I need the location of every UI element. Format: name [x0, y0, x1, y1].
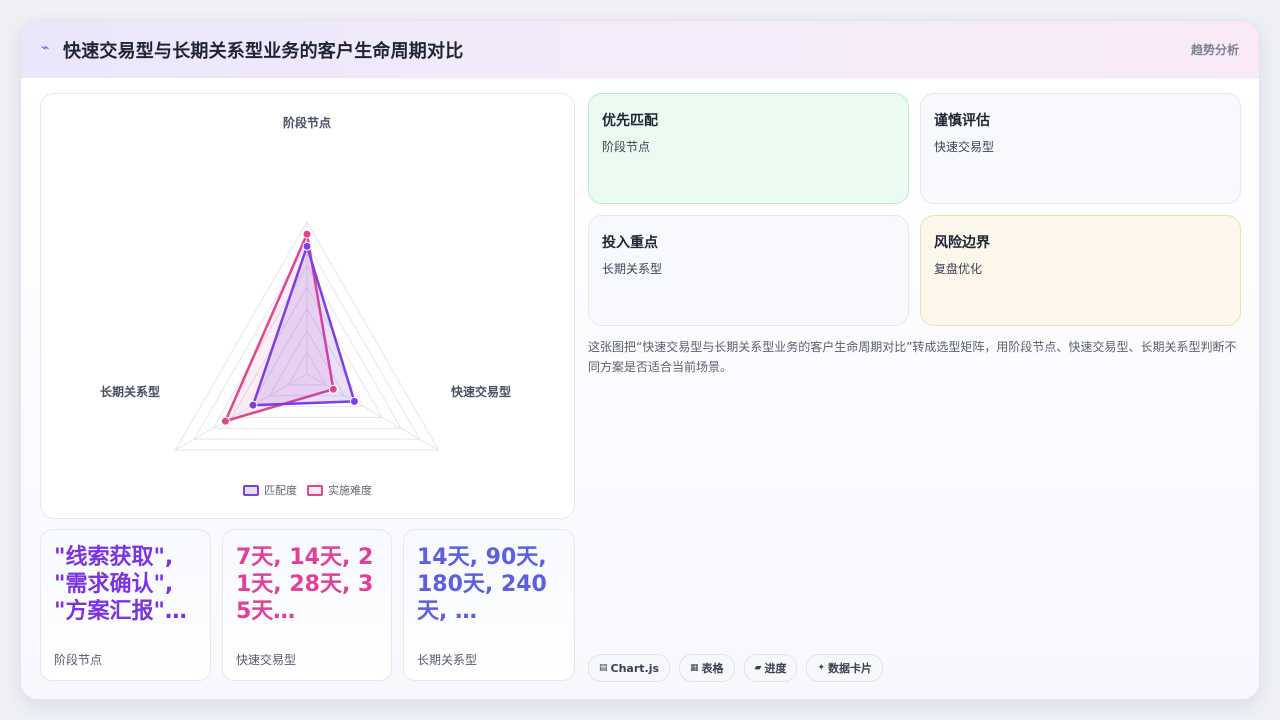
card-value: 阶段节点	[602, 140, 651, 154]
radar-axis-label: 快速交易型	[451, 384, 511, 399]
chip-label: 进度	[764, 662, 787, 675]
card-investment-focus: 投入重点 长期关系型	[588, 215, 909, 326]
tech-chips: ▤ Chart.js ▦ 表格 ▰ 进度 ✦ 数据卡片	[588, 654, 884, 682]
trend-line-icon: ⌁	[41, 40, 50, 56]
chip-table[interactable]: ▦ 表格	[679, 654, 735, 682]
chart-legend: 匹配度 实施难度	[41, 482, 574, 498]
card-risk-boundary: 风险边界 复盘优化	[920, 215, 1241, 326]
stat-value-stages: "线索获取", "需求确认", "方案汇报"…	[54, 545, 187, 624]
card-title: 投入重点	[602, 235, 658, 251]
chip-chartjs[interactable]: ▤ Chart.js	[588, 654, 671, 682]
stat-card-long: 14天, 90天, 180天, 240天, … 长期关系型	[403, 529, 575, 681]
table-icon: ▦	[690, 663, 699, 673]
stat-value-fast: 7天, 14天, 21天, 28天, 35天…	[236, 545, 374, 624]
legend-label-match: 匹配度	[264, 484, 297, 497]
radar-point	[302, 229, 312, 239]
card-value: 复盘优化	[934, 262, 983, 276]
chip-label: 表格	[701, 662, 724, 675]
card-value: 长期关系型	[602, 262, 663, 276]
chart-icon: ▤	[599, 663, 608, 673]
card-title: 风险边界	[934, 235, 990, 251]
stat-value-long: 14天, 90天, 180天, 240天, …	[417, 545, 547, 624]
legend-swatch-difficulty	[307, 484, 323, 496]
legend-swatch-match	[243, 484, 259, 496]
card-header: ⌁ 快速交易型与长期关系型业务的客户生命周期对比 趋势分析	[21, 21, 1259, 78]
radar-chart-panel: 阶段节点快速交易型 长期关系型 匹配度 实施难度	[40, 93, 575, 519]
analysis-tag: 趋势分析	[1190, 43, 1239, 57]
sparkle-icon: ✦	[817, 663, 826, 673]
chip-label: Chart.js	[610, 661, 660, 675]
main-card: ⌁ 快速交易型与长期关系型业务的客户生命周期对比 趋势分析 阶段节点 快速交易型长…	[20, 20, 1260, 700]
radar-point	[220, 416, 230, 426]
stat-label-stages: 阶段节点	[54, 653, 103, 667]
stat-label-long: 长期关系型	[417, 653, 478, 667]
card-value: 快速交易型	[934, 140, 995, 154]
radar-axis-label: 长期关系型	[100, 384, 160, 399]
chip-label: 数据卡片	[828, 662, 873, 675]
legend-item-difficulty[interactable]: 实施难度	[307, 482, 372, 498]
chip-datacard[interactable]: ✦ 数据卡片	[806, 654, 884, 682]
legend-label-difficulty: 实施难度	[328, 484, 372, 497]
card-title: 谨慎评估	[934, 113, 990, 129]
page-title: 快速交易型与长期关系型业务的客户生命周期对比	[63, 41, 464, 62]
card-careful-eval: 谨慎评估 快速交易型	[920, 93, 1241, 204]
radar-chart: 阶段节点快速交易型 长期关系型	[100, 115, 511, 451]
progress-icon: ▰	[754, 663, 762, 673]
stat-card-stages: "线索获取", "需求确认", "方案汇报"… 阶段节点	[40, 529, 211, 681]
stat-card-fast: 7天, 14天, 21天, 28天, 35天… 快速交易型	[222, 529, 392, 681]
stat-label-fast: 快速交易型	[236, 653, 297, 667]
radar-point	[302, 241, 312, 251]
chart-description: 这张图把“快速交易型与长期关系型业务的客户生命周期对比”转成选型矩阵，用阶段节点…	[588, 340, 1237, 374]
legend-item-match[interactable]: 匹配度	[243, 482, 297, 498]
radar-point	[349, 396, 359, 406]
card-priority-match: 优先匹配 阶段节点	[588, 93, 909, 204]
chip-progress[interactable]: ▰ 进度	[743, 654, 798, 682]
radar-point	[328, 384, 338, 394]
radar-point	[248, 400, 258, 410]
card-title: 优先匹配	[602, 113, 658, 129]
radar-axis-label: 阶段节点	[283, 115, 331, 130]
